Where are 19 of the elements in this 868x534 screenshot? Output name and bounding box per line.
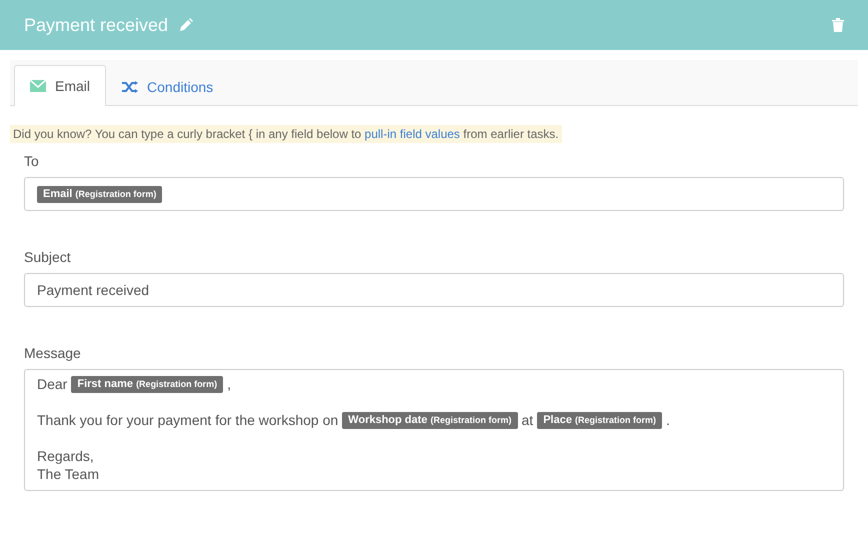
field-tag: First name (Registration form) bbox=[71, 376, 224, 393]
task-title: Payment received bbox=[24, 14, 168, 36]
envelope-icon bbox=[30, 80, 46, 92]
subject-field[interactable]: Payment received bbox=[24, 273, 844, 307]
field-tag: Email (Registration form) bbox=[37, 186, 162, 202]
hint-text: Did you know? You can type a curly bracket { in any field below to pull-in field values from earlier tasks. bbox=[10, 125, 562, 143]
field-label: To bbox=[24, 153, 40, 169]
to-field[interactable]: Email (Registration form) bbox=[24, 177, 844, 211]
message-field[interactable]: Dear First name (Registration form) , Thank you for your payment for the workshop on Workshop date (Registration form) at Place (Registration form) . Regards, The Team bbox=[24, 369, 844, 491]
field-tag: Place (Registration form) bbox=[537, 412, 662, 429]
field-values-link[interactable]: pull-in field values bbox=[364, 127, 460, 141]
field-label: Message bbox=[24, 345, 82, 361]
field-label: Subject bbox=[24, 249, 72, 265]
tab[interactable]: Conditions bbox=[106, 67, 230, 106]
field-tag: Workshop date (Registration form) bbox=[342, 412, 518, 429]
tab[interactable]: Email bbox=[14, 65, 106, 106]
delete-icon[interactable] bbox=[832, 18, 844, 32]
edit-icon[interactable] bbox=[179, 18, 194, 32]
shuffle-icon bbox=[122, 81, 138, 93]
